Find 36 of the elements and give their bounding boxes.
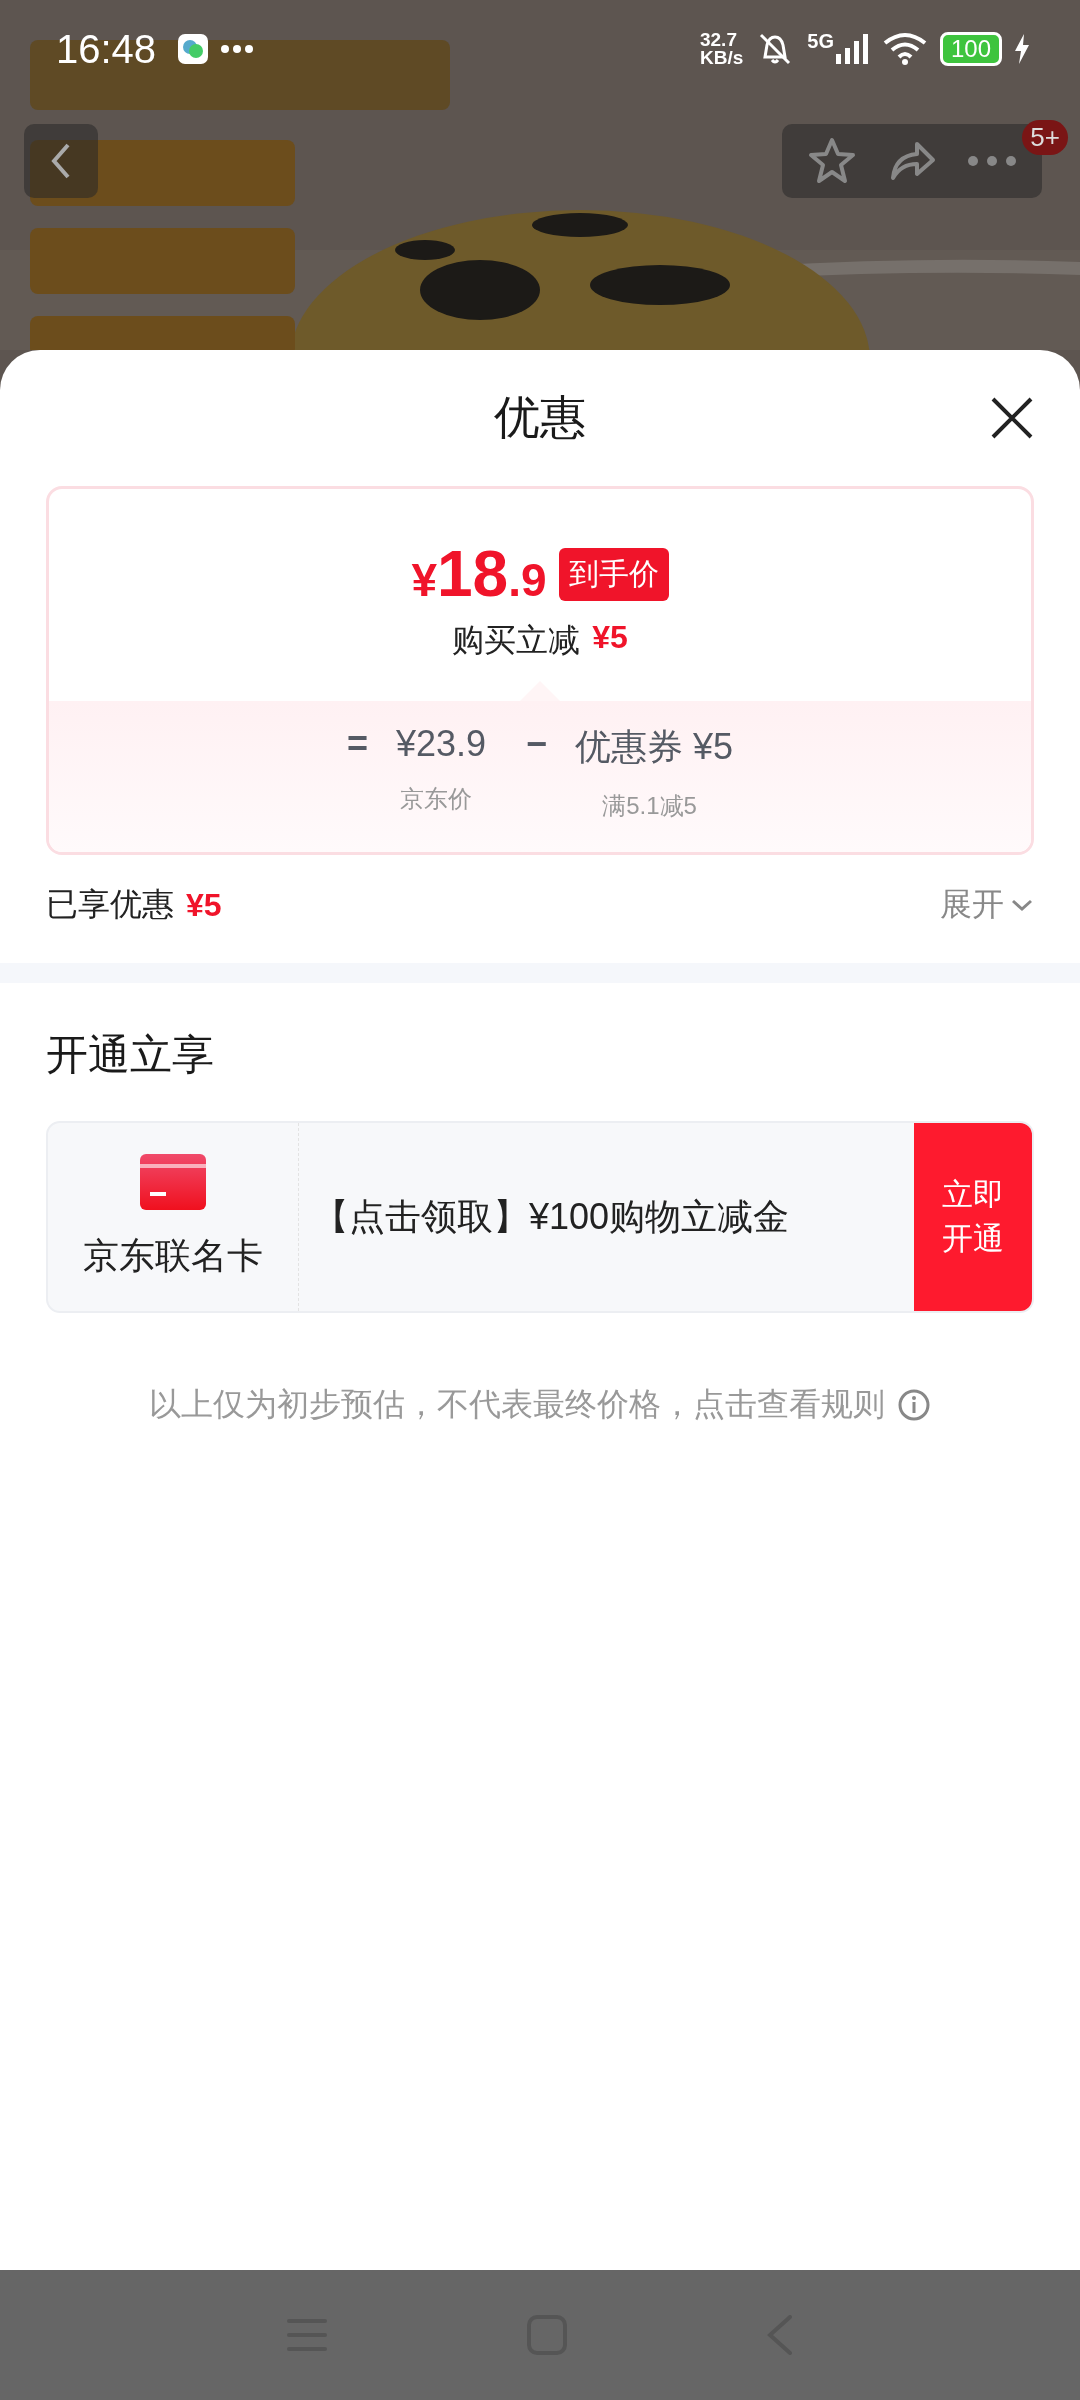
- section-title: 开通立享: [46, 1030, 215, 1080]
- charging-icon: [1014, 34, 1030, 64]
- expand-button[interactable]: 展开: [940, 883, 1034, 927]
- star-icon: [807, 136, 857, 186]
- formula-symbol: =: [346, 723, 368, 765]
- network-type: 5G: [807, 30, 834, 53]
- price-tag: 到手价: [558, 547, 669, 601]
- net-speed: 32.7: [699, 31, 738, 49]
- formula-value: ¥23.9: [395, 723, 486, 765]
- formula-value: 优惠券 ¥5: [575, 725, 734, 769]
- formula-label: 满5.1减5: [601, 791, 697, 821]
- back-button[interactable]: [24, 124, 98, 198]
- battery-level: 100: [939, 32, 1002, 66]
- chevron-down-icon: [1010, 897, 1034, 913]
- rules-note[interactable]: 以上仅为初步预估，不代表最终价格，点击查看规则: [149, 1383, 885, 1427]
- formula-label: 京东价: [399, 784, 473, 814]
- discount-label: 购买立减: [452, 621, 581, 660]
- wifi-icon: [881, 31, 928, 67]
- net-speed-unit: KB/s: [699, 49, 744, 67]
- enjoyed-amount: ¥5: [186, 886, 222, 924]
- more-icon: [967, 155, 1017, 167]
- card-name: 京东联名卡: [83, 1233, 263, 1278]
- final-price: ¥18.9: [411, 537, 547, 611]
- enjoyed-label: 已享优惠: [46, 885, 174, 924]
- more-notifications-icon: [220, 44, 255, 54]
- open-button[interactable]: 立即开通: [914, 1123, 1032, 1311]
- info-icon[interactable]: [897, 1388, 931, 1422]
- discount-amount: ¥5: [592, 619, 628, 657]
- bank-card-icon: [140, 1153, 206, 1210]
- status-time: 16:48: [56, 26, 157, 72]
- close-icon: [990, 396, 1034, 440]
- chat-app-icon: [178, 34, 209, 64]
- formula-symbol: −: [526, 723, 548, 766]
- offer-text: 【点击领取】¥100购物立减金: [312, 1194, 791, 1239]
- sheet-title: 优惠: [494, 390, 586, 445]
- signal-icon: [835, 34, 870, 64]
